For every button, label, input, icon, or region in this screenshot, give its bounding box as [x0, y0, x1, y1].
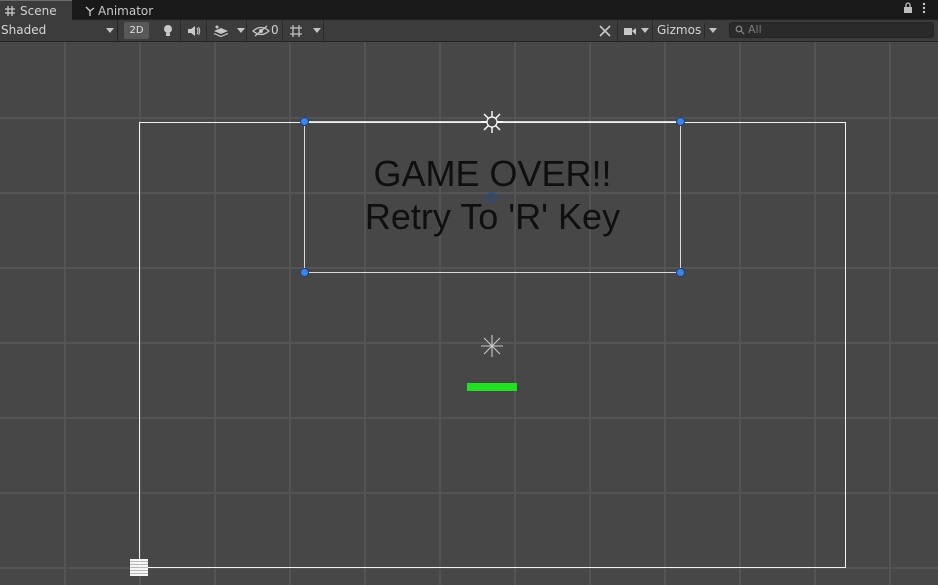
- chevron-down-icon: [313, 28, 321, 33]
- pivot-handle[interactable]: [486, 192, 497, 203]
- draw-mode-label: Shaded: [1, 23, 47, 37]
- search-placeholder: All: [748, 23, 762, 36]
- search-icon: [735, 25, 745, 35]
- light-gizmo-icon[interactable]: [479, 109, 505, 135]
- rect-handle-top-right[interactable]: [676, 117, 685, 126]
- tab-bar: Scene Animator: [0, 0, 938, 20]
- chevron-down-icon: [641, 28, 649, 33]
- lock-icon[interactable]: [903, 2, 915, 16]
- tab-animator-label: Animator: [98, 4, 154, 18]
- tools-button[interactable]: [592, 20, 618, 41]
- tools-icon: [598, 24, 611, 37]
- event-system-gizmo-icon[interactable]: [130, 559, 148, 576]
- gizmos-label: Gizmos: [657, 23, 702, 37]
- rect-handle-top-left[interactable]: [300, 117, 309, 126]
- grid-line: [889, 42, 891, 585]
- camera-icon: [624, 27, 636, 35]
- hidden-eye-icon: [252, 25, 270, 36]
- scene-toolbar: Shaded 2D 0 Gizmos All: [0, 20, 938, 42]
- chevron-down-icon: [237, 28, 245, 33]
- scene-viewport[interactable]: GAME OVER!! Retry To 'R' Key: [0, 42, 938, 585]
- tab-animator[interactable]: Animator: [82, 0, 162, 20]
- lighting-toggle-button[interactable]: [155, 20, 181, 41]
- audio-toggle-button[interactable]: [181, 20, 207, 41]
- grid-line: [64, 42, 66, 585]
- divider: [704, 23, 705, 38]
- chevron-down-icon: [106, 28, 114, 33]
- kebab-menu-icon[interactable]: [921, 2, 933, 16]
- hidden-count-label: 0: [271, 23, 279, 37]
- chevron-down-icon: [709, 28, 717, 33]
- camera-settings-dropdown[interactable]: [618, 20, 653, 41]
- 2d-mode-button[interactable]: 2D: [124, 22, 149, 39]
- grid-snap-icon: [290, 24, 302, 37]
- effects-dropdown[interactable]: [207, 20, 247, 41]
- tab-scene[interactable]: Scene: [0, 0, 72, 20]
- tab-scene-label: Scene: [20, 4, 57, 18]
- draw-mode-dropdown[interactable]: Shaded: [0, 20, 118, 41]
- grid-snap-dropdown[interactable]: [284, 20, 324, 41]
- grid-line: [0, 117, 938, 119]
- rect-handle-bottom-left[interactable]: [300, 268, 309, 277]
- game-over-line: GAME OVER!!: [373, 153, 612, 194]
- paddle-object[interactable]: [467, 383, 517, 391]
- particle-gizmo-icon[interactable]: [480, 334, 504, 358]
- gizmos-dropdown[interactable]: Gizmos: [653, 20, 721, 41]
- speaker-icon: [187, 25, 200, 36]
- lightbulb-icon: [163, 24, 172, 36]
- search-input[interactable]: All: [729, 22, 934, 38]
- layers-icon: [213, 25, 229, 37]
- rect-handle-bottom-right[interactable]: [676, 268, 685, 277]
